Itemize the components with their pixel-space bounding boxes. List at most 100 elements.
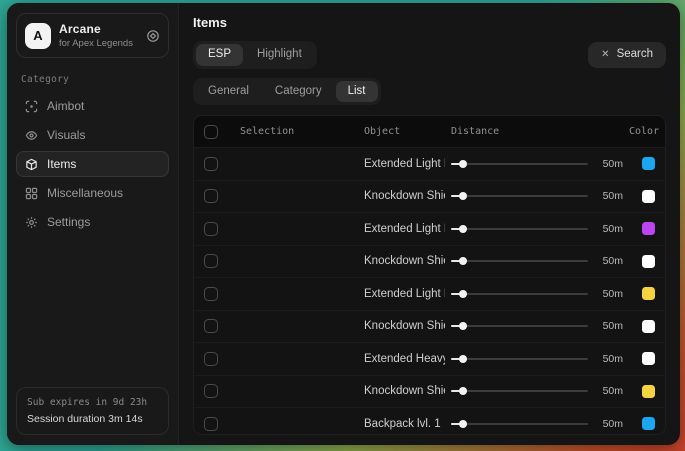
tab-category[interactable]: Category (263, 81, 334, 103)
distance-value: 50m (597, 288, 623, 300)
distance-value: 50m (597, 255, 623, 267)
distance-slider[interactable] (451, 224, 588, 234)
column-header-selection: Selection (240, 126, 358, 137)
crosshair-icon (24, 100, 38, 113)
slider-thumb[interactable] (459, 290, 467, 298)
color-swatch[interactable] (642, 190, 655, 203)
color-swatch[interactable] (642, 287, 655, 300)
sidebar-item-miscellaneous[interactable]: Miscellaneous (16, 180, 169, 206)
sidebar-item-label: Settings (47, 215, 90, 229)
select-all-checkbox[interactable] (204, 125, 218, 139)
object-name: Knockdown Shield lvl. 1 (364, 190, 445, 202)
object-name: Knockdown Shield lvl. 2 (364, 255, 445, 267)
distance-slider[interactable] (451, 159, 588, 169)
sidebar-item-visuals[interactable]: Visuals (16, 122, 169, 148)
diamond-badge-icon[interactable] (146, 29, 160, 43)
distance-slider[interactable] (451, 256, 588, 266)
color-swatch[interactable] (642, 352, 655, 365)
tab-esp[interactable]: ESP (196, 44, 243, 66)
sidebar-item-label: Aimbot (47, 99, 84, 113)
sidebar: A Arcane for Apex Legends Category Aimbo… (7, 3, 179, 445)
color-swatch[interactable] (642, 320, 655, 333)
slider-thumb[interactable] (459, 387, 467, 395)
search-button[interactable]: ✕ Search (588, 42, 666, 68)
object-name: Backpack lvl. 1 (364, 418, 445, 430)
column-header-distance: Distance (451, 126, 623, 137)
object-name: Extended Heavy Mag Level 1 (364, 353, 445, 365)
distance-value: 50m (597, 320, 623, 332)
category-section-label: Category (21, 74, 164, 85)
row-checkbox[interactable] (204, 222, 218, 236)
table-row: Knockdown Shield lvl. 3 50m (194, 310, 665, 343)
mode-tab-group: ESP Highlight (193, 41, 317, 69)
table-body: Extended Light Mag Level 2 50m Knockdown… (194, 147, 665, 434)
distance-slider[interactable] (451, 289, 588, 299)
slider-thumb[interactable] (459, 420, 467, 428)
table-row: Extended Light Mag Level 2 50m (194, 147, 665, 180)
sidebar-item-label: Items (47, 157, 76, 171)
color-swatch[interactable] (642, 222, 655, 235)
row-checkbox[interactable] (204, 254, 218, 268)
subscription-card: Sub expires in 9d 23h Session duration 3… (16, 387, 169, 435)
table-row: Knockdown Shield lvl. 2 50m (194, 245, 665, 278)
page-title: Items (193, 15, 666, 30)
color-swatch[interactable] (642, 157, 655, 170)
row-checkbox[interactable] (204, 384, 218, 398)
slider-thumb[interactable] (459, 192, 467, 200)
object-name: Extended Light Mag Level 3 (364, 223, 445, 235)
slider-thumb[interactable] (459, 225, 467, 233)
tab-list[interactable]: List (336, 81, 378, 103)
x-icon: ✕ (601, 50, 609, 60)
table-row: Extended Light Mag Level 3 50m (194, 212, 665, 245)
slider-thumb[interactable] (459, 257, 467, 265)
distance-slider[interactable] (451, 354, 588, 364)
search-button-label: Search (617, 49, 653, 61)
app-window: A Arcane for Apex Legends Category Aimbo… (7, 3, 680, 445)
app-subtitle: for Apex Legends (59, 38, 138, 49)
row-checkbox[interactable] (204, 417, 218, 431)
sidebar-item-label: Visuals (47, 128, 85, 142)
distance-value: 50m (597, 223, 623, 235)
color-swatch[interactable] (642, 417, 655, 430)
column-header-color: Color (629, 126, 655, 137)
row-checkbox[interactable] (204, 157, 218, 171)
slider-thumb[interactable] (459, 322, 467, 330)
distance-slider[interactable] (451, 321, 588, 331)
distance-value: 50m (597, 385, 623, 397)
sidebar-item-items[interactable]: Items (16, 151, 169, 177)
table-header: Selection Object Distance Color (194, 116, 665, 147)
table-row: Backpack lvl. 1 50m (194, 407, 665, 434)
row-checkbox[interactable] (204, 319, 218, 333)
row-checkbox[interactable] (204, 352, 218, 366)
distance-slider[interactable] (451, 386, 588, 396)
table-row: Knockdown Shield lvl. 4 50m (194, 375, 665, 408)
app-name: Arcane (59, 22, 138, 36)
object-name: Knockdown Shield lvl. 3 (364, 320, 445, 332)
color-swatch[interactable] (642, 255, 655, 268)
table-row: Knockdown Shield lvl. 1 50m (194, 180, 665, 213)
object-name: Knockdown Shield lvl. 4 (364, 385, 445, 397)
brand-card: A Arcane for Apex Legends (16, 13, 169, 58)
slider-thumb[interactable] (459, 160, 467, 168)
distance-value: 50m (597, 190, 623, 202)
distance-slider[interactable] (451, 419, 588, 429)
row-checkbox[interactable] (204, 287, 218, 301)
package-icon (24, 158, 38, 171)
object-name: Extended Light Mag Level 2 (364, 158, 445, 170)
slider-thumb[interactable] (459, 355, 467, 363)
view-tab-group: General Category List (193, 78, 381, 106)
distance-value: 50m (597, 353, 623, 365)
sidebar-item-aimbot[interactable]: Aimbot (16, 93, 169, 119)
sidebar-item-settings[interactable]: Settings (16, 209, 169, 235)
color-swatch[interactable] (642, 385, 655, 398)
session-duration-text: Session duration 3m 14s (27, 413, 158, 425)
view-tabs-row: General Category List (193, 78, 666, 106)
distance-slider[interactable] (451, 191, 588, 201)
app-logo: A (25, 23, 51, 49)
main-panel: Items ESP Highlight ✕ Search General Cat… (179, 3, 680, 445)
tab-general[interactable]: General (196, 81, 261, 103)
gear-icon (24, 216, 38, 229)
toolbar: ESP Highlight ✕ Search (193, 41, 666, 69)
row-checkbox[interactable] (204, 189, 218, 203)
tab-highlight[interactable]: Highlight (245, 44, 314, 66)
